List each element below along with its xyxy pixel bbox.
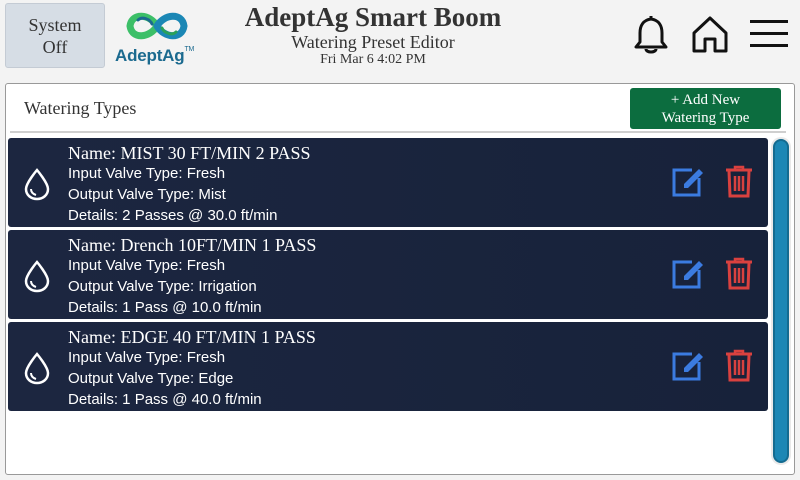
system-button-line1: System (28, 14, 82, 35)
input-valve-type: Input Valve Type: Fresh (68, 257, 226, 274)
logo-wordmark: AdeptAgTM (115, 46, 195, 65)
app-title: AdeptAg Smart Boom (244, 2, 502, 32)
edit-icon[interactable] (670, 256, 706, 295)
input-valve-type: Input Valve Type: Fresh (68, 165, 226, 182)
add-watering-type-button[interactable]: + Add New Watering Type (630, 88, 781, 129)
watering-type-card: Name: EDGE 40 FT/MIN 1 PASS Input Valve … (8, 322, 768, 411)
water-drop-icon (22, 351, 52, 390)
add-button-line2: Watering Type (661, 109, 750, 126)
watering-details: Details: 1 Pass @ 40.0 ft/min (68, 391, 262, 408)
delete-icon[interactable] (724, 348, 754, 387)
logo-trademark: TM (184, 46, 195, 53)
watering-type-list: Name: MIST 30 FT/MIN 2 PASS Input Valve … (8, 138, 768, 414)
menu-icon[interactable] (748, 16, 790, 57)
watering-types-panel: Watering Types + Add New Watering Type N… (5, 83, 795, 475)
bell-icon[interactable] (632, 13, 670, 60)
infinity-logo-icon (126, 12, 188, 40)
watering-type-name: Name: MIST 30 FT/MIN 2 PASS (68, 143, 311, 163)
add-button-line1: + Add New (670, 91, 741, 108)
current-datetime: Fri Mar 6 4:02 PM (320, 52, 426, 67)
edit-icon[interactable] (670, 164, 706, 203)
panel-title: Watering Types (24, 98, 137, 118)
title-block: AdeptAg Smart Boom Watering Preset Edito… (200, 2, 546, 68)
output-valve-type: Output Valve Type: Irrigation (68, 278, 257, 295)
water-drop-icon (22, 167, 52, 206)
list-scrollbar[interactable] (771, 137, 791, 465)
watering-type-name: Name: EDGE 40 FT/MIN 1 PASS (68, 327, 316, 347)
delete-icon[interactable] (724, 256, 754, 295)
app-header: System Off AdeptAgTM AdeptAg Smart Boom … (0, 0, 800, 74)
system-toggle-button[interactable]: System Off (5, 3, 105, 68)
page-subtitle: Watering Preset Editor (291, 32, 455, 52)
water-drop-icon (22, 259, 52, 298)
watering-type-card: Name: MIST 30 FT/MIN 2 PASS Input Valve … (8, 138, 768, 227)
watering-type-name: Name: Drench 10FT/MIN 1 PASS (68, 235, 317, 255)
system-button-line2: Off (42, 36, 68, 57)
edit-icon[interactable] (670, 348, 706, 387)
watering-details: Details: 2 Passes @ 30.0 ft/min (68, 207, 278, 224)
output-valve-type: Output Valve Type: Edge (68, 370, 234, 387)
watering-details: Details: 1 Pass @ 10.0 ft/min (68, 299, 262, 316)
home-icon[interactable] (690, 13, 730, 60)
delete-icon[interactable] (724, 164, 754, 203)
scrollbar-thumb[interactable] (773, 139, 789, 463)
input-valve-type: Input Valve Type: Fresh (68, 349, 226, 366)
watering-type-card: Name: Drench 10FT/MIN 1 PASS Input Valve… (8, 230, 768, 319)
adeptag-logo: AdeptAgTM (112, 4, 202, 68)
output-valve-type: Output Valve Type: Mist (68, 186, 226, 203)
panel-divider (10, 131, 786, 133)
